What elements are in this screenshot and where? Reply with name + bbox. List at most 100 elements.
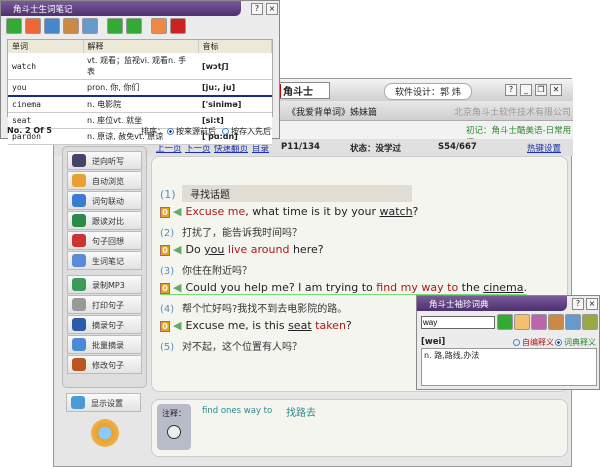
- sidebar-button-10[interactable]: 修改句子: [67, 355, 142, 374]
- tool-icon: [72, 214, 86, 227]
- sentence-chinese: (5) 对不起，这个位置有人吗？: [160, 342, 302, 353]
- vocab-title: 角斗士生词笔记: [1, 1, 241, 16]
- topic-line: (1) 寻找话题: [160, 185, 412, 202]
- vocab-notes-window: 角斗士生词笔记 ? × 单词 解释 音标 watch vt. 观看；监视vi. 观看n.…: [0, 0, 280, 145]
- tool-icon: [72, 298, 86, 311]
- sentence-fragment: Could you help me? I am trying to: [185, 281, 377, 294]
- dictionary-definition-option[interactable]: 词典释义: [555, 337, 596, 348]
- close-button[interactable]: ✕: [550, 84, 562, 96]
- function-sidebar: 逆向听写 自动浏览 词句联动 跟读对比 句子回想 生词笔记录制MP3 打印句子 摘录句子 批量摘…: [62, 146, 147, 388]
- speaker-icon[interactable]: ◀: [173, 281, 181, 294]
- sentence-fragment: live around: [227, 243, 290, 256]
- note-chinese: 找路去: [286, 408, 316, 419]
- settings-icon[interactable]: [582, 314, 598, 330]
- tool-icon: [72, 194, 86, 207]
- dict-search-input[interactable]: [421, 316, 495, 329]
- sentence-fragment: Excuse me, is this: [185, 319, 289, 332]
- refresh-icon[interactable]: [126, 18, 142, 34]
- dict-close-button[interactable]: ×: [586, 298, 598, 310]
- sentence-fragment: here?: [289, 243, 324, 256]
- meaning: pron. 你, 你们: [83, 79, 198, 97]
- sidebar-button-9[interactable]: 批量摘录: [67, 335, 142, 354]
- sidebar-button-3[interactable]: 跟读对比: [67, 211, 142, 230]
- note-english: find ones way to: [202, 406, 273, 416]
- designer-label: 软件设计：郭 炜: [384, 83, 472, 100]
- radio-icon: [222, 128, 229, 135]
- review-count-badge: 0: [160, 283, 170, 294]
- speaker-icon[interactable]: ◀: [173, 319, 181, 332]
- browser-icon[interactable]: [25, 18, 41, 34]
- phonetic: ['sinimə]: [198, 96, 272, 113]
- dict-help-button[interactable]: ?: [572, 298, 584, 310]
- tool-icon: [72, 174, 86, 187]
- hotkey-settings-link[interactable]: 热键设置: [527, 142, 561, 154]
- sentence-chinese: (2) 打扰了，能告诉我时间吗？: [160, 228, 302, 239]
- word-export-icon[interactable]: [107, 18, 123, 34]
- vocab-position: No. 2 Of 5: [7, 126, 52, 135]
- company-name: 北京角斗士软件技术有限公司: [454, 108, 572, 118]
- sidebar-button-2[interactable]: 词句联动: [67, 191, 142, 210]
- custom-definition-option[interactable]: 自编释义: [513, 337, 554, 348]
- minimize-button[interactable]: _: [520, 84, 532, 96]
- open-icon[interactable]: [514, 314, 530, 330]
- speaker-icon[interactable]: ◀: [173, 205, 181, 218]
- radio-icon: [167, 128, 174, 135]
- sidebar-button-0[interactable]: 逆向听写: [67, 151, 142, 170]
- dict-definition: n. 路,路线,办法: [421, 348, 597, 386]
- sentence-english[interactable]: 0 ◀ Excuse me, what time is it by your wat…: [160, 205, 418, 218]
- speaker-icon[interactable]: ◀: [173, 243, 181, 256]
- sentence-english[interactable]: 0 ◀ Excuse me, is this seat taken?: [160, 319, 352, 332]
- sidebar-button-8[interactable]: 摘录句子: [67, 315, 142, 334]
- import-icon[interactable]: [44, 18, 60, 34]
- notes-label-box: 注释：: [157, 404, 191, 450]
- phonetic: [wɔtʃ]: [198, 53, 272, 80]
- sort-by-saved[interactable]: 按存入先后: [222, 126, 271, 137]
- sentence-fragment: taken: [315, 319, 346, 332]
- sidebar-button-5[interactable]: 生词笔记: [67, 251, 142, 270]
- sidebar-button-1[interactable]: 自动浏览: [67, 171, 142, 190]
- notes-panel: 注释： find ones way to 找路去: [151, 399, 568, 457]
- arrow-orb-icon[interactable]: [91, 419, 119, 447]
- display-settings-button[interactable]: 显示设置: [66, 393, 141, 412]
- vocab-row[interactable]: watch vt. 观看；监视vi. 观看n. 手表 [wɔtʃ]: [8, 53, 272, 80]
- delete-all-icon[interactable]: [170, 18, 186, 34]
- edit-note-icon[interactable]: [167, 425, 181, 439]
- sentence-indicator: S54/667: [438, 142, 477, 152]
- vocab-table: 单词 解释 音标 watch vt. 观看；监视vi. 观看n. 手表 [wɔtʃ] you…: [7, 39, 273, 145]
- restore-button[interactable]: ❐: [535, 84, 547, 96]
- help-button[interactable]: ?: [505, 84, 517, 96]
- delete-item-icon[interactable]: [151, 18, 167, 34]
- sidebar-button-6[interactable]: 录制MP3: [67, 275, 142, 294]
- col-meaning: 解释: [83, 40, 199, 53]
- sort-by-source[interactable]: 按来源前后: [167, 126, 216, 137]
- sentence-fragment: watch: [379, 205, 413, 218]
- search-icon[interactable]: [565, 314, 581, 330]
- search-icon[interactable]: [82, 18, 98, 34]
- sidebar-button-4[interactable]: 句子回想: [67, 231, 142, 250]
- sentence-english[interactable]: 0 ◀ Could you help me? I am trying to find…: [160, 281, 528, 295]
- speak-icon[interactable]: [497, 314, 513, 330]
- monitor-icon: [71, 396, 85, 409]
- sentence-fragment: seat: [288, 319, 312, 332]
- vocab-row[interactable]: you pron. 你, 你们 [ju:, ju]: [8, 79, 272, 97]
- sentence-fragment: find my way to: [376, 281, 459, 294]
- sentence-english[interactable]: 0 ◀ Do you live around here?: [160, 243, 324, 256]
- sentence-fragment: you: [204, 243, 225, 256]
- word: watch: [8, 53, 83, 80]
- status-label: 状态：没学过: [350, 144, 402, 154]
- vocab-help-button[interactable]: ?: [251, 3, 263, 15]
- sentence-fragment: Do: [185, 243, 205, 256]
- page-indicator: P11/134: [281, 142, 320, 152]
- sidebar-button-7[interactable]: 打印句子: [67, 295, 142, 314]
- speak-icon[interactable]: [6, 18, 22, 34]
- review-count-badge: 0: [160, 245, 170, 256]
- save-icon[interactable]: [531, 314, 547, 330]
- tool-icon: [72, 338, 86, 351]
- edit-icon[interactable]: [63, 18, 79, 34]
- vocab-row[interactable]: cinema n. 电影院 ['sinimə]: [8, 96, 272, 113]
- sentence-fragment: the: [458, 281, 484, 294]
- tool-icon: [72, 154, 86, 167]
- edit-icon[interactable]: [548, 314, 564, 330]
- vocab-close-button[interactable]: ×: [266, 3, 278, 15]
- tool-icon: [72, 278, 86, 291]
